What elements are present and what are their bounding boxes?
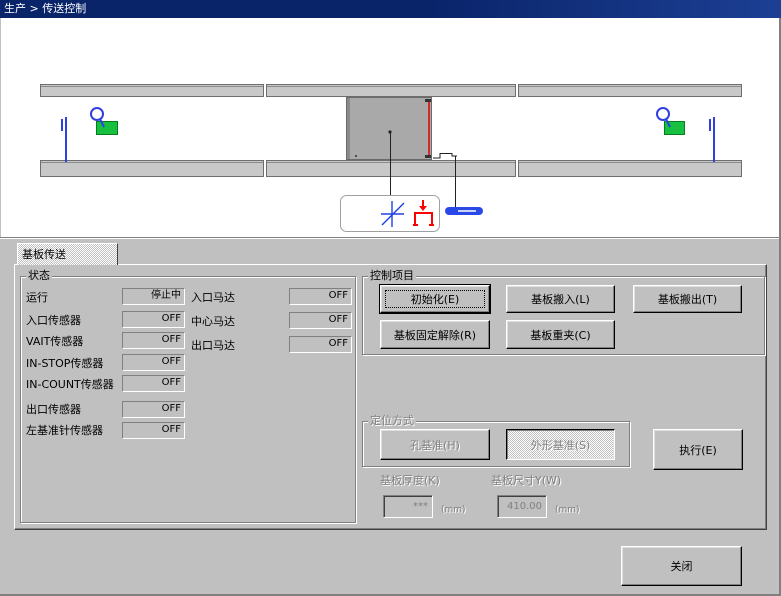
tab-board-transfer-label: 基板传送	[22, 248, 66, 261]
close-button[interactable]: 关闭	[621, 546, 742, 586]
board-release-button-label: 基板固定解除(R)	[393, 328, 477, 342]
execute-button[interactable]: 执行(E)	[653, 429, 743, 470]
board-top-mark	[425, 99, 431, 102]
board-sensor-icon	[445, 207, 483, 215]
board-load-button-label: 基板搬入(L)	[531, 293, 590, 306]
board-reclamp-button-label: 基板重夹(C)	[530, 328, 591, 342]
thickness-unit: (mm)	[441, 505, 466, 515]
board-bottom-mark	[425, 155, 431, 158]
status-value-exit-sensor: OFF	[122, 401, 185, 418]
status-label-entry-sensor: 入口传感器	[26, 314, 81, 327]
status-label-exit-motor: 出口马达	[191, 339, 235, 352]
size-y-unit: (mm)	[555, 505, 580, 515]
status-value-run: 停止中	[122, 288, 185, 305]
board-reclamp-button[interactable]: 基板重夹(C)	[506, 320, 615, 349]
panel-divider	[0, 237, 781, 239]
exit-stopper-icon	[709, 117, 715, 162]
close-button-label: 关闭	[670, 560, 693, 573]
status-value-left-pin-sensor: OFF	[122, 422, 185, 439]
conveyor-diagram	[1, 18, 779, 237]
positioning-group-title: 定位方式	[368, 414, 416, 427]
thickness-field: ***	[383, 495, 433, 518]
title-bar: 生产 > 传送控制	[0, 0, 781, 18]
board-load-button[interactable]: 基板搬入(L)	[506, 285, 615, 313]
status-value-exit-motor: OFF	[289, 336, 352, 353]
conveyor-diagram-svg	[40, 84, 742, 232]
status-value-center-motor: OFF	[289, 312, 352, 329]
hole-reference-button: 孔基准(H)	[380, 429, 490, 460]
status-label-entry-motor: 入口马达	[191, 291, 235, 304]
init-button[interactable]: 初始化(E)	[379, 284, 491, 314]
status-label-center-motor: 中心马达	[191, 315, 235, 328]
status-label-left-pin-sensor: 左基准针传感器	[26, 424, 103, 437]
board-corner-dot	[355, 155, 357, 157]
thickness-label: 基板厚度(K)	[380, 474, 440, 487]
board-unload-button[interactable]: 基板搬出(T)	[633, 285, 742, 313]
board-release-button[interactable]: 基板固定解除(R)	[380, 320, 490, 349]
outline-reference-button: 外形基准(S)	[506, 429, 615, 460]
status-label-in-count-sensor: IN-COUNT传感器	[26, 378, 114, 391]
hole-reference-button-label: 孔基准(H)	[410, 438, 460, 452]
entry-sensor-icon	[90, 107, 118, 135]
status-group-title: 状态	[26, 269, 52, 282]
status-label-in-stop-sensor: IN-STOP传感器	[26, 357, 104, 370]
entry-stopper-icon	[61, 117, 67, 162]
board-left-edge	[347, 98, 350, 159]
status-value-wait-sensor: OFF	[122, 332, 185, 349]
init-button-focus-ring	[385, 290, 485, 308]
status-label-exit-sensor: 出口传感器	[26, 403, 81, 416]
status-label-wait-sensor: VAIT传感器	[26, 335, 84, 348]
tab-board-transfer[interactable]: 基板传送	[17, 243, 118, 265]
outline-reference-button-label: 外形基准(S)	[530, 438, 591, 452]
status-label-run: 运行	[26, 291, 48, 304]
status-value-entry-sensor: OFF	[122, 311, 185, 328]
exit-sensor-icon	[656, 107, 685, 135]
status-value-in-count-sensor: OFF	[122, 375, 185, 392]
status-value-entry-motor: OFF	[289, 288, 352, 305]
execute-button-label: 执行(E)	[679, 443, 717, 457]
board-sensor-bracket	[433, 153, 457, 159]
board-unload-button-label: 基板搬出(T)	[657, 293, 718, 306]
board-icon	[346, 97, 432, 160]
size-y-label: 基板尺寸Y(W)	[491, 474, 562, 487]
control-group-title: 控制项目	[368, 269, 416, 282]
size-y-field: 410.00	[497, 495, 547, 518]
window-title: 生产 > 传送控制	[4, 2, 87, 15]
status-value-in-stop-sensor: OFF	[122, 354, 185, 371]
